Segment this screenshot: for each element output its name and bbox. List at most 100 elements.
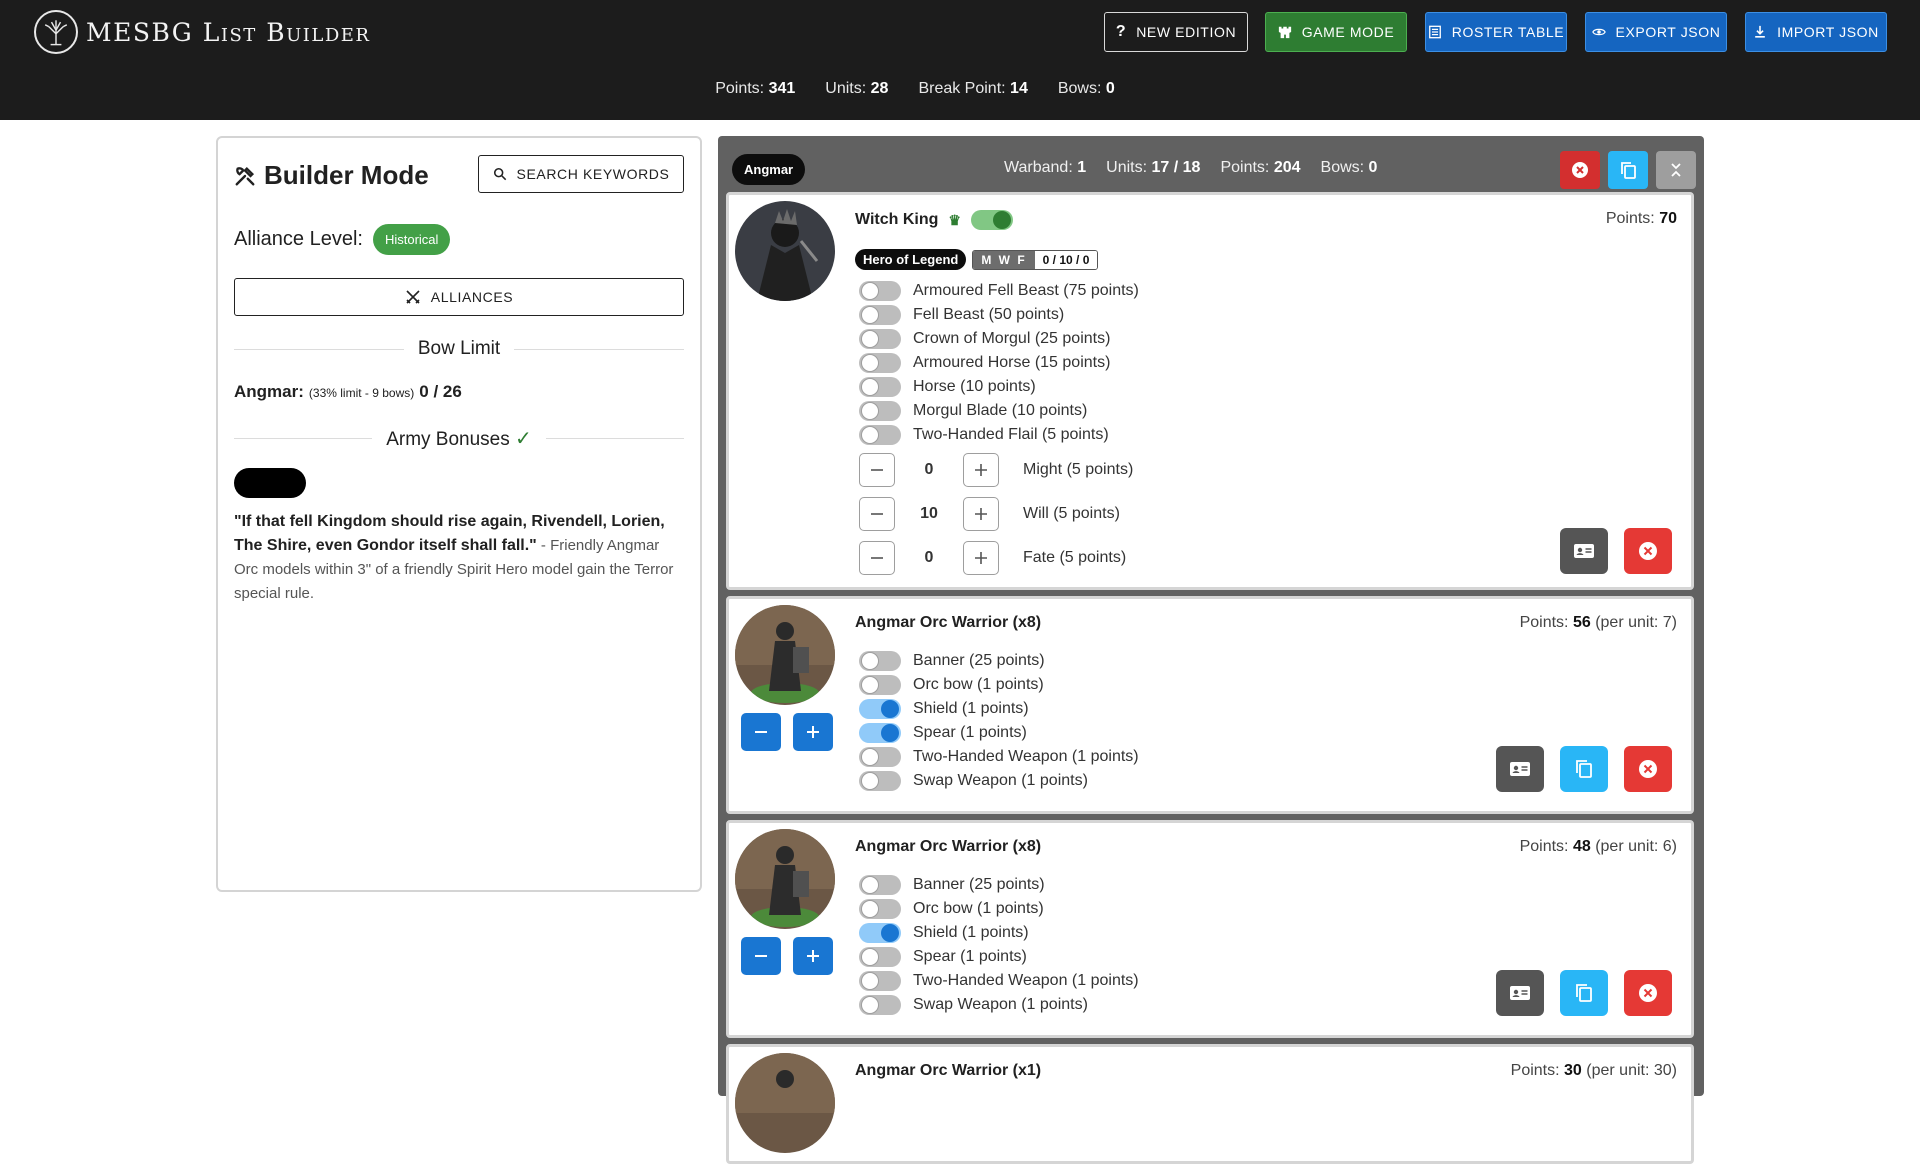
hammer-wrench-icon [235,166,255,185]
option-row[interactable]: Banner (25 points) [859,649,1139,673]
option-toggle[interactable] [859,723,901,743]
unit-card-witch-king: Witch King ♛ Points: 70 Hero of Legend M… [726,192,1694,590]
alliances-button[interactable]: Alliances [234,278,684,316]
copy-icon [1621,162,1636,179]
crossed-swords-icon [406,290,420,304]
delete-unit-button[interactable] [1624,970,1672,1016]
decrement-button[interactable] [859,497,895,531]
app-logo[interactable]: MESBG List Builder [34,10,370,54]
unit-card-angmar-orc-warrior: Angmar Orc Warrior (x8) Points: 48 (per … [726,820,1694,1038]
alliance-level-label: Alliance Level: [234,228,363,250]
option-row[interactable]: Armoured Fell Beast (75 points) [859,279,1139,303]
hero-type-badge: Hero of Legend [855,249,967,270]
duplicate-warband-button[interactable] [1608,151,1648,189]
minus-icon [755,731,767,733]
delete-unit-button[interactable] [1624,528,1672,574]
option-row[interactable]: Two-Handed Weapon (1 points) [859,969,1139,993]
game-mode-button[interactable]: Game Mode [1265,12,1407,52]
option-row[interactable]: Fell Beast (50 points) [859,303,1139,327]
option-toggle[interactable] [859,923,901,943]
option-toggle[interactable] [859,651,901,671]
option-toggle[interactable] [859,947,901,967]
roster-table-label: Roster Table [1451,24,1565,40]
option-row[interactable]: Shield (1 points) [859,921,1139,945]
new-edition-label: New Edition [1136,24,1237,40]
option-row[interactable]: Spear (1 points) [859,721,1139,745]
option-row[interactable]: Armoured Horse (15 points) [859,351,1139,375]
option-toggle[interactable] [859,377,901,397]
option-toggle[interactable] [859,971,901,991]
option-toggle[interactable] [859,401,901,421]
close-circle-icon [1639,984,1657,1002]
increase-quantity-button[interactable] [793,937,833,975]
option-toggle[interactable] [859,875,901,895]
duplicate-unit-button[interactable] [1560,970,1608,1016]
collapse-warband-button[interactable] [1656,151,1696,189]
option-row[interactable]: Two-Handed Flail (5 points) [859,423,1139,447]
option-toggle[interactable] [859,675,901,695]
unit-profile-button[interactable] [1496,970,1544,1016]
duplicate-unit-button[interactable] [1560,746,1608,792]
unit-profile-button[interactable] [1560,528,1608,574]
leader-toggle[interactable] [970,210,1013,230]
army-bonuses-heading: Army Bonuses ✓ [234,426,684,451]
search-keywords-button[interactable]: Search Keywords [478,155,684,193]
import-json-button[interactable]: Import JSON [1745,12,1887,52]
option-toggle[interactable] [859,425,901,445]
option-toggle[interactable] [859,281,901,301]
export-json-button[interactable]: Export JSON [1585,12,1727,52]
bow-faction: Angmar: [234,382,304,401]
decrement-button[interactable] [859,541,895,575]
option-toggle[interactable] [859,899,901,919]
unit-name: Witch King ♛ [855,210,1013,230]
increment-button[interactable] [963,497,999,531]
builder-title: Builder Mode [234,160,429,191]
option-toggle[interactable] [859,747,901,767]
id-card-icon [1510,986,1530,1000]
option-toggle[interactable] [859,771,901,791]
option-row[interactable]: Shield (1 points) [859,697,1139,721]
option-toggle[interactable] [859,305,901,325]
unit-avatar [735,829,835,929]
option-row[interactable]: Crown of Morgul (25 points) [859,327,1139,351]
option-row[interactable]: Orc bow (1 points) [859,897,1139,921]
warband-faction-badge: Angmar [732,154,806,185]
option-toggle[interactable] [859,353,901,373]
option-toggle[interactable] [859,699,901,719]
decrease-quantity-button[interactable] [741,937,781,975]
plus-icon [807,950,819,962]
option-row[interactable]: Morgul Blade (10 points) [859,399,1139,423]
warband-stats: Warband: 1 Units: 17 / 18 Points: 204 Bo… [1004,159,1377,177]
unit-points: Points: 30 (per unit: 30) [1510,1062,1677,1079]
summary-points: Points: 341 [715,80,796,97]
delete-warband-button[interactable] [1560,151,1600,189]
alliance-level-badge: Historical [372,224,451,255]
unit-profile-button[interactable] [1496,746,1544,792]
delete-unit-button[interactable] [1624,746,1672,792]
crown-icon: ♛ [948,211,961,228]
option-row[interactable]: Swap Weapon (1 points) [859,993,1139,1017]
new-edition-button[interactable]: ? New Edition [1104,12,1248,52]
increment-button[interactable] [963,541,999,575]
close-circle-icon [1639,542,1657,560]
unit-avatar [735,201,835,301]
minus-icon [871,513,883,515]
app-title: MESBG List Builder [86,17,371,47]
option-row[interactable]: Two-Handed Weapon (1 points) [859,745,1139,769]
option-row[interactable]: Horse (10 points) [859,375,1139,399]
option-row[interactable]: Banner (25 points) [859,873,1139,897]
option-row[interactable]: Orc bow (1 points) [859,673,1139,697]
roster-table-button[interactable]: Roster Table [1425,12,1567,52]
decrease-quantity-button[interactable] [741,713,781,751]
might-stepper: 0 Might (5 points) [859,453,1133,487]
increase-quantity-button[interactable] [793,713,833,751]
option-toggle[interactable] [859,329,901,349]
warband-number: Warband: 1 [1004,159,1087,176]
increment-button[interactable] [963,453,999,487]
table-icon [1428,25,1441,39]
decrement-button[interactable] [859,453,895,487]
unit-name: Angmar Orc Warrior (x1) [855,1062,1042,1079]
option-row[interactable]: Spear (1 points) [859,945,1139,969]
option-toggle[interactable] [859,995,901,1015]
option-row[interactable]: Swap Weapon (1 points) [859,769,1139,793]
